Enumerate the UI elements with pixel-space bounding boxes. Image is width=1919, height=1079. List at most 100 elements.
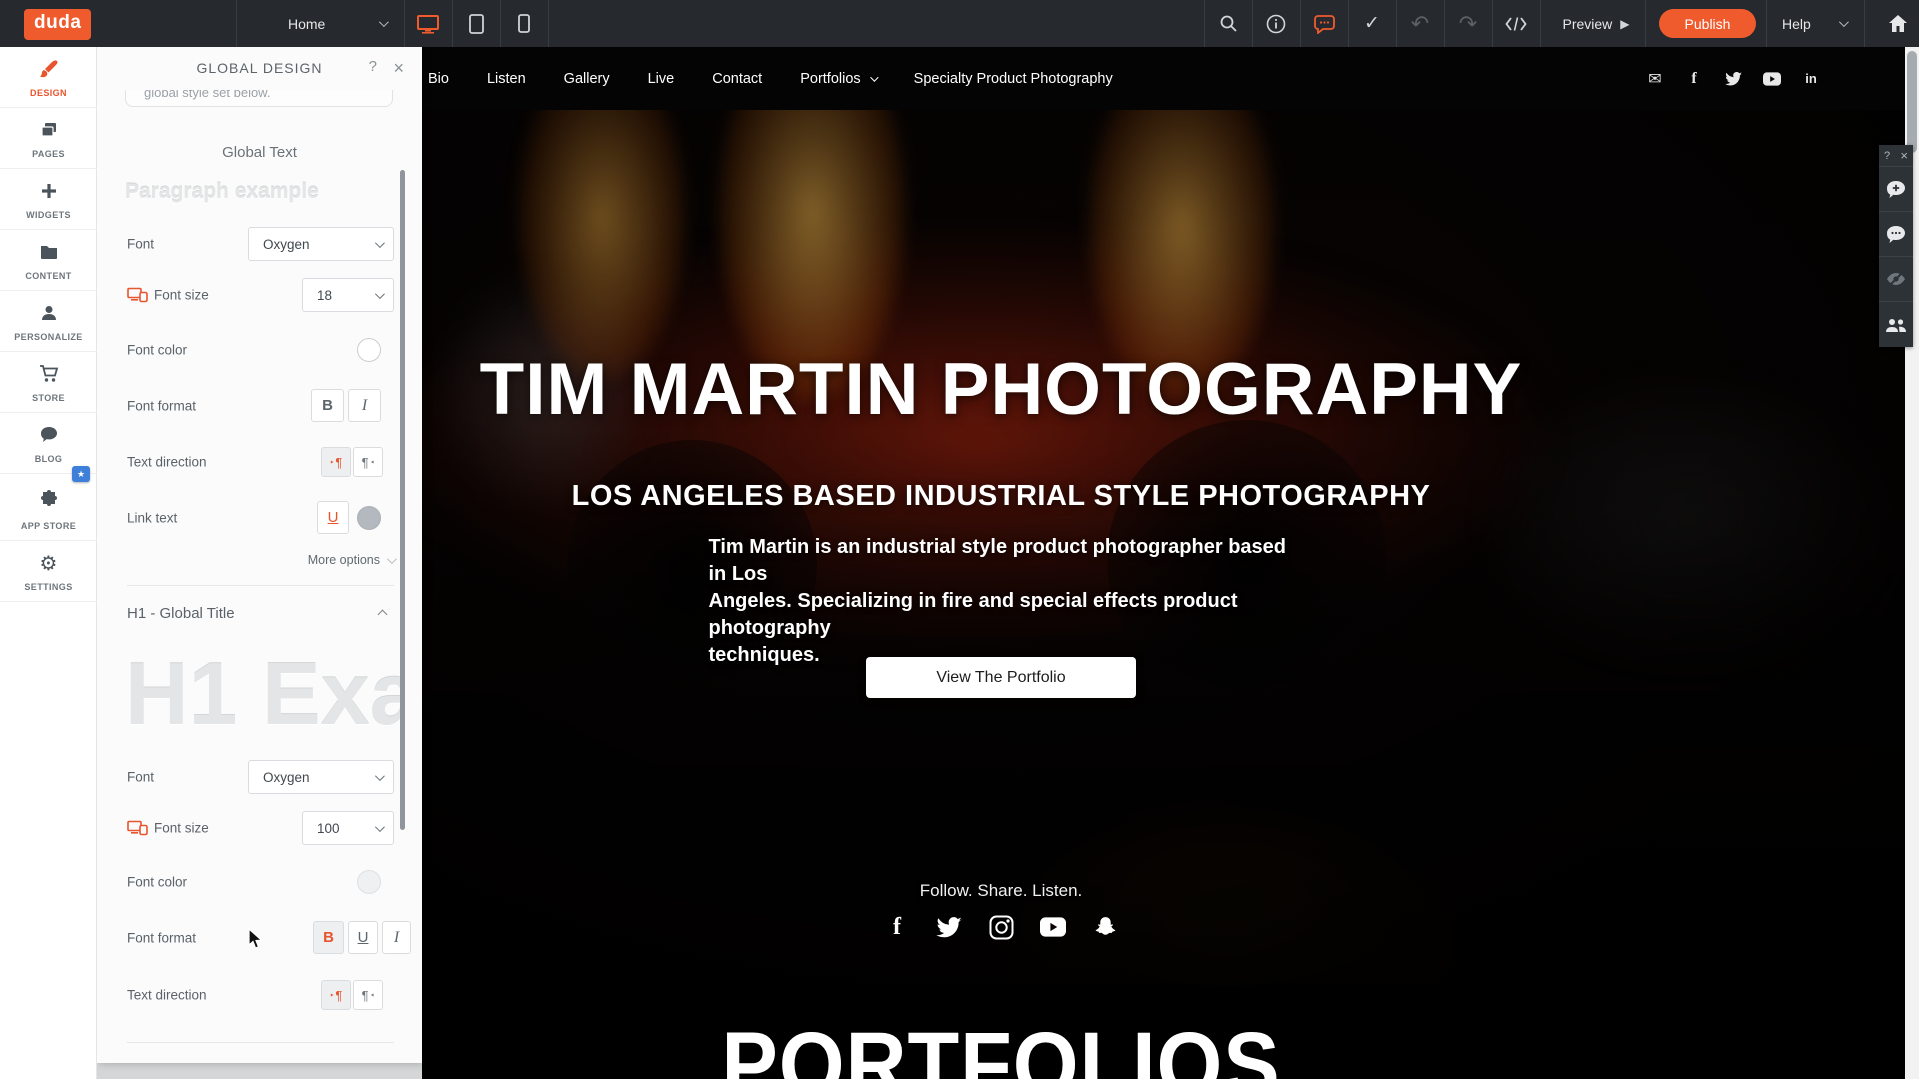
link-color-swatch[interactable] (357, 506, 381, 530)
toolbar-help-button[interactable]: ? (1884, 150, 1890, 162)
h1-italic-button[interactable]: I (382, 921, 411, 954)
twitter-icon (1725, 72, 1742, 86)
mobile-view-button[interactable] (500, 0, 548, 47)
h1-font-size-select[interactable]: 100 (302, 811, 394, 845)
h1-underline-button[interactable]: U (348, 921, 378, 954)
font-color-swatch[interactable] (357, 338, 381, 362)
preview-scrollbar-thumb[interactable] (1907, 51, 1917, 153)
view-portfolio-button[interactable]: View The Portfolio (866, 657, 1136, 698)
rtl-direction-button[interactable]: ¶ ‣ (353, 447, 383, 477)
publish-button[interactable]: Publish (1659, 9, 1756, 38)
h1-font-row: Font Oxygen (127, 760, 394, 794)
undo-button[interactable]: ↶ (1396, 0, 1444, 47)
hide-comments-button[interactable] (1879, 257, 1913, 302)
h1-font-color-row: Font color (127, 865, 394, 899)
help-dropdown[interactable]: Help (1782, 0, 1862, 47)
sidebar-item-content[interactable]: CONTENT (0, 230, 97, 291)
sidebar-item-widgets[interactable]: WIDGETS (0, 169, 97, 230)
toolbar-close-button[interactable]: × (1900, 148, 1908, 163)
comments-button[interactable] (1300, 0, 1348, 47)
approve-button[interactable]: ✓ (1348, 0, 1396, 47)
twitter-link[interactable] (936, 914, 962, 940)
sidebar-item-blog[interactable]: BLOG (0, 413, 97, 474)
italic-icon: I (362, 397, 367, 415)
link-text-row: Link text U (127, 501, 394, 535)
nav-item-bio[interactable]: Bio (428, 71, 449, 87)
tablet-view-button[interactable] (452, 0, 500, 47)
nav-item-gallery[interactable]: Gallery (564, 71, 610, 87)
duda-logo[interactable]: duda (24, 9, 91, 40)
h1-font-select[interactable]: Oxygen (248, 760, 394, 794)
nav-item-portfolios[interactable]: Portfolios (800, 71, 875, 87)
facebook-link[interactable]: f (1685, 70, 1703, 88)
h1-rtl-direction-button[interactable]: ¶ ‣ (353, 980, 383, 1010)
font-select[interactable]: Oxygen (248, 227, 394, 261)
panel-close-button[interactable]: × (393, 58, 404, 79)
more-options-button[interactable]: More options (308, 553, 394, 567)
sidebar-item-label: CONTENT (0, 271, 97, 281)
sidebar-item-personalize[interactable]: PERSONALIZE (0, 291, 97, 352)
speech-bubble-icon (0, 424, 97, 446)
collaborators-button[interactable] (1879, 302, 1913, 347)
rtl-arrow: ‣ (370, 991, 375, 1000)
chevron-down-icon (379, 17, 389, 27)
linkedin-link[interactable]: in (1802, 70, 1820, 88)
font-size-select[interactable]: 18 (302, 278, 394, 312)
sidebar-item-settings[interactable]: ⚙ SETTINGS (0, 541, 97, 602)
bold-button[interactable]: B (311, 389, 344, 422)
link-underline-button[interactable]: U (317, 501, 349, 534)
youtube-link[interactable] (1040, 914, 1066, 940)
desktop-view-button[interactable] (404, 0, 452, 47)
email-link[interactable]: ✉ (1646, 70, 1664, 88)
redo-icon: ↷ (1459, 11, 1477, 37)
nav-item-listen[interactable]: Listen (487, 71, 526, 87)
site-nav-menu: Bio Listen Gallery Live Contact Portfoli… (428, 47, 1113, 110)
h1-font-color-swatch[interactable] (357, 870, 381, 894)
sidebar-item-design[interactable]: DESIGN (0, 47, 97, 108)
person-icon (0, 302, 97, 324)
sidebar-item-label: STORE (0, 393, 97, 403)
nav-item-contact[interactable]: Contact (712, 71, 762, 87)
site-nav-social: ✉ f in (1646, 47, 1820, 110)
h1-ltr-direction-button[interactable]: ‣ ¶ (321, 980, 351, 1010)
font-size-label: Font size (127, 288, 209, 303)
sidebar-item-app-store[interactable]: APP STORE ★ (0, 474, 97, 541)
instagram-link[interactable] (988, 914, 1014, 940)
ltr-direction-button[interactable]: ‣ ¶ (321, 447, 351, 477)
bubble-plus-icon (1886, 180, 1906, 199)
snapchat-link[interactable] (1092, 914, 1118, 940)
divider (127, 1042, 394, 1043)
dashboard-home-button[interactable] (1878, 0, 1918, 47)
youtube-icon (1763, 72, 1781, 86)
text-direction-row: Text direction ‣ ¶ ¶ ‣ (127, 445, 394, 479)
info-button[interactable] (1252, 0, 1300, 47)
ltr-arrow: ‣ (330, 458, 335, 467)
h1-text-direction-row: Text direction ‣ ¶ ¶ ‣ (127, 978, 394, 1012)
twitter-link[interactable] (1724, 70, 1742, 88)
facebook-link[interactable]: f (884, 914, 910, 940)
undo-icon: ↶ (1411, 11, 1429, 37)
bold-icon: B (322, 397, 333, 414)
search-button[interactable] (1204, 0, 1252, 47)
italic-button[interactable]: I (348, 389, 381, 422)
sidebar-item-store[interactable]: STORE (0, 352, 97, 413)
nav-item-specialty[interactable]: Specialty Product Photography (914, 71, 1113, 87)
panel-help-button[interactable]: ? (369, 58, 377, 75)
facebook-icon: f (893, 914, 901, 941)
panel-scrollbar[interactable] (400, 170, 405, 830)
help-label: Help (1782, 16, 1811, 32)
preview-button[interactable]: Preview ▶ (1552, 0, 1640, 47)
h1-section-header[interactable]: H1 - Global Title (127, 605, 394, 623)
h1-bold-button[interactable]: B (313, 921, 344, 954)
dev-mode-button[interactable] (1492, 0, 1540, 47)
redo-button[interactable]: ↷ (1444, 0, 1492, 47)
page-selector-dropdown[interactable]: Home (288, 0, 398, 47)
comments-list-button[interactable] (1879, 212, 1913, 257)
responsive-device-icon (127, 821, 148, 836)
nav-item-live[interactable]: Live (648, 71, 675, 87)
font-color-label: Font color (127, 343, 187, 358)
add-comment-button[interactable] (1879, 167, 1913, 212)
sidebar-item-pages[interactable]: PAGES (0, 108, 97, 169)
youtube-link[interactable] (1763, 70, 1781, 88)
code-icon (1505, 16, 1527, 32)
